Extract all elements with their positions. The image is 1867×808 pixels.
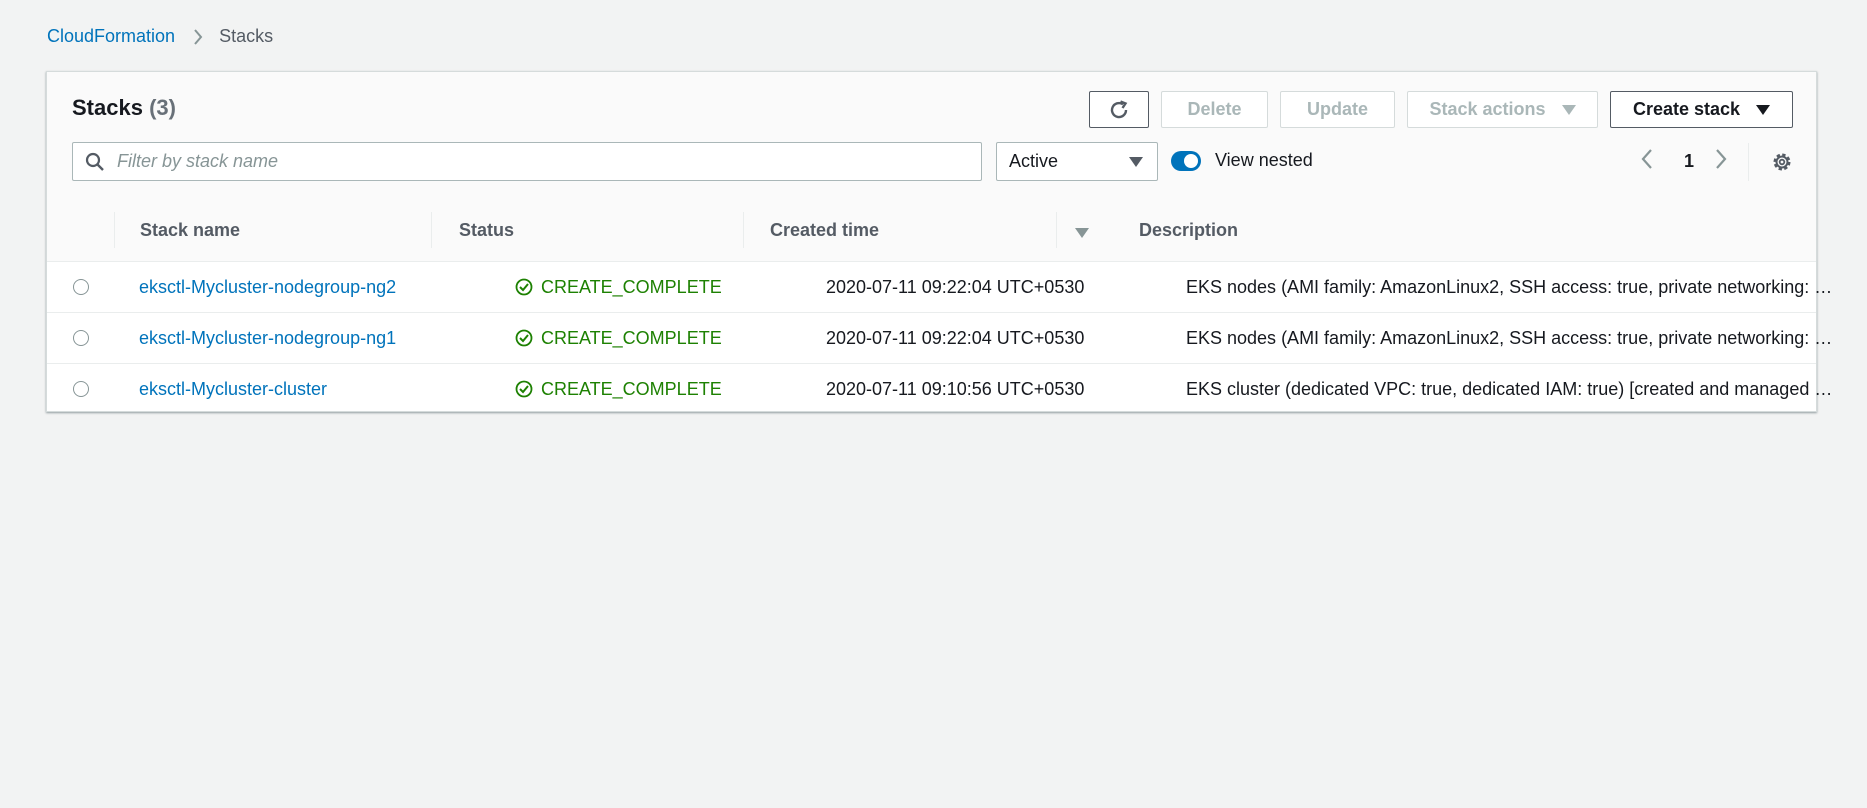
column-header-created-time-label: Created time	[770, 219, 880, 240]
breadcrumb-current: Stacks	[219, 26, 274, 46]
stack-name-link[interactable]: eksctl-Mycluster-cluster	[139, 379, 327, 400]
delete-button-label: Delete	[1187, 99, 1242, 119]
caret-down-icon	[1756, 104, 1771, 115]
created-time: 2020-07-11 09:22:04 UTC+0530	[826, 327, 1085, 348]
status-filter-select[interactable]: Active	[996, 142, 1158, 181]
caret-down-icon	[1561, 104, 1576, 115]
success-check-icon	[515, 329, 533, 347]
preferences-button[interactable]	[1771, 151, 1793, 178]
table-row[interactable]: eksctl-Mycluster-nodegroup-ng1 CREATE_CO…	[47, 313, 1836, 364]
refresh-icon	[1110, 99, 1128, 118]
stack-name-link[interactable]: eksctl-Mycluster-nodegroup-ng2	[139, 277, 396, 298]
previous-page-button[interactable]	[1641, 148, 1653, 170]
table-row[interactable]: eksctl-Mycluster-nodegroup-ng2 CREATE_CO…	[47, 262, 1836, 313]
status-text: CREATE_COMPLETE	[541, 378, 722, 399]
divider	[1748, 143, 1749, 181]
stacks-panel: Stacks (3) Delete Update Stack actions C…	[46, 71, 1836, 415]
status-filter-value: Active	[1009, 151, 1059, 171]
refresh-button[interactable]	[1089, 91, 1149, 128]
stack-description: EKS cluster (dedicated VPC: true, dedica…	[1186, 379, 1836, 399]
gear-icon	[1773, 153, 1791, 171]
create-stack-button[interactable]: Create stack	[1610, 91, 1793, 128]
update-button[interactable]: Update	[1280, 91, 1395, 128]
breadcrumb: CloudFormation Stacks	[47, 26, 273, 47]
status-text: CREATE_COMPLETE	[541, 327, 722, 348]
column-header-status[interactable]: Status	[459, 199, 514, 261]
search-icon	[85, 152, 105, 172]
stack-count: (3)	[149, 95, 176, 120]
success-check-icon	[515, 278, 533, 296]
create-stack-label: Create stack	[1632, 99, 1741, 119]
status-text: CREATE_COMPLETE	[541, 276, 722, 297]
row-select-radio[interactable]	[73, 381, 89, 397]
row-select-radio[interactable]	[73, 330, 89, 346]
column-header-stack-name[interactable]: Stack name	[140, 199, 240, 261]
column-header-description[interactable]: Description	[1139, 199, 1238, 261]
search-input[interactable]	[115, 150, 959, 173]
view-nested-toggle-group: View nested	[1171, 150, 1313, 171]
chevron-left-icon	[1641, 149, 1652, 169]
chevron-right-icon	[193, 28, 203, 45]
breadcrumb-cloudformation-link[interactable]: CloudFormation	[47, 26, 175, 47]
page-title: Stacks (3)	[72, 95, 176, 121]
stack-actions-button[interactable]: Stack actions	[1407, 91, 1598, 128]
current-page-number[interactable]: 1	[1684, 151, 1694, 172]
next-page-button[interactable]	[1715, 148, 1727, 170]
stack-name-filter	[72, 142, 982, 181]
created-time: 2020-07-11 09:10:56 UTC+0530	[826, 378, 1085, 399]
panel-title: Stacks	[72, 95, 143, 120]
table-header: Stack name Status Created time Descripti…	[47, 199, 1816, 262]
view-nested-label: View nested	[1215, 150, 1313, 170]
chevron-right-icon	[1716, 149, 1727, 169]
view-nested-toggle[interactable]	[1171, 150, 1201, 171]
success-check-icon	[515, 380, 533, 398]
update-button-label: Update	[1306, 99, 1368, 119]
table-row[interactable]: eksctl-Mycluster-cluster CREATE_COMPLETE…	[47, 364, 1836, 415]
stack-description: EKS nodes (AMI family: AmazonLinux2, SSH…	[1186, 277, 1836, 297]
stack-actions-label: Stack actions	[1429, 99, 1546, 119]
stack-description: EKS nodes (AMI family: AmazonLinux2, SSH…	[1186, 328, 1836, 348]
delete-button[interactable]: Delete	[1161, 91, 1268, 128]
row-select-radio[interactable]	[73, 279, 89, 295]
panel-header: Stacks (3) Delete Update Stack actions C…	[47, 72, 1816, 200]
column-header-created-time[interactable]: Created time	[770, 199, 879, 261]
created-time: 2020-07-11 09:22:04 UTC+0530	[826, 276, 1085, 297]
sort-descending-icon[interactable]	[1075, 225, 1089, 243]
stack-name-link[interactable]: eksctl-Mycluster-nodegroup-ng1	[139, 328, 396, 349]
caret-down-icon	[1129, 151, 1143, 172]
